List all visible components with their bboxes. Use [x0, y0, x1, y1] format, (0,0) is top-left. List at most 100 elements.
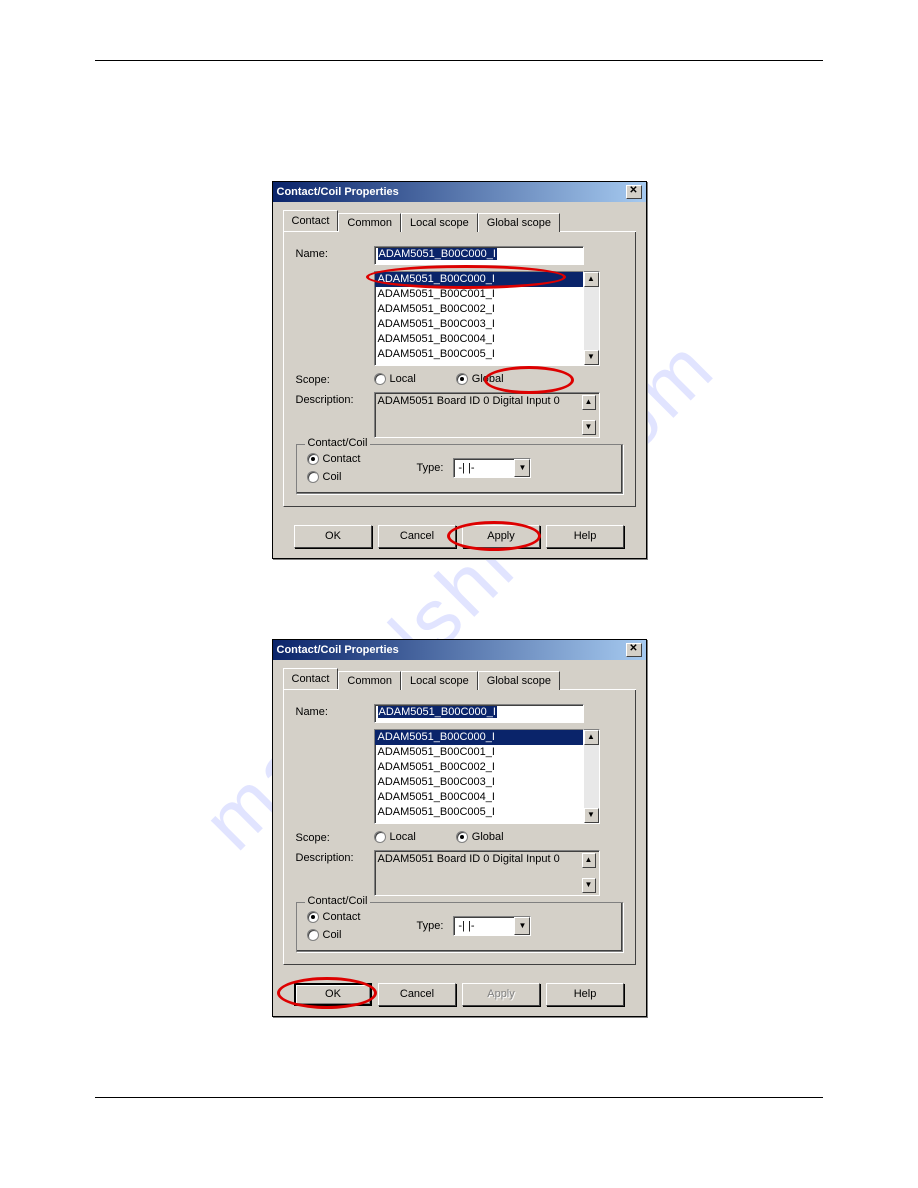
description-value: ADAM5051 Board ID 0 Digital Input 0 [378, 395, 582, 435]
list-item[interactable]: ADAM5051_B00C003_I [375, 775, 583, 790]
contact-coil-group: Contact/Coil Contact Coil [296, 902, 623, 952]
tab-row: Contact Common Local scope Global scope [283, 210, 636, 232]
apply-button[interactable]: Apply [462, 525, 540, 548]
scroll-up-icon[interactable]: ▲ [584, 272, 599, 287]
scroll-down-icon[interactable]: ▼ [584, 350, 599, 365]
tab-local-scope[interactable]: Local scope [401, 671, 478, 690]
help-button[interactable]: Help [546, 525, 624, 548]
titlebar: Contact/Coil Properties ✕ [273, 640, 646, 660]
radio-icon [374, 373, 386, 385]
tab-global-scope[interactable]: Global scope [478, 671, 560, 690]
contact-coil-properties-dialog-1: Contact/Coil Properties ✕ Contact Common… [272, 181, 647, 559]
tab-panel: Name: ADAM5051_B00C000_I ADAM5051_B00C00… [283, 690, 636, 965]
scope-local-label: Local [390, 373, 416, 385]
name-label: Name: [296, 246, 374, 260]
name-input-value: ADAM5051_B00C000_I [378, 706, 497, 718]
contact-radio-label: Contact [323, 911, 361, 923]
coil-radio-label: Coil [323, 929, 342, 941]
list-item[interactable]: ADAM5051_B00C003_I [375, 317, 583, 332]
contact-coil-group: Contact/Coil Contact Coil [296, 444, 623, 494]
coil-radio[interactable]: Coil [307, 471, 417, 483]
ok-button[interactable]: OK [294, 525, 372, 548]
list-item[interactable]: ADAM5051_B00C002_I [375, 302, 583, 317]
list-item[interactable]: ADAM5051_B00C004_I [375, 332, 583, 347]
tab-contact[interactable]: Contact [283, 210, 339, 231]
type-value: -| |- [454, 462, 514, 474]
scroll-down-icon[interactable]: ▼ [582, 420, 596, 435]
scroll-up-icon[interactable]: ▲ [582, 853, 596, 868]
radio-icon [307, 911, 319, 923]
name-listbox[interactable]: ADAM5051_B00C000_I ADAM5051_B00C001_I AD… [374, 729, 584, 824]
chevron-down-icon[interactable]: ▼ [514, 917, 530, 935]
name-input[interactable]: ADAM5051_B00C000_I [374, 704, 584, 723]
list-item[interactable]: ADAM5051_B00C000_I [375, 730, 583, 745]
description-label: Description: [296, 392, 374, 406]
list-item[interactable]: ADAM5051_B00C002_I [375, 760, 583, 775]
page-rule-top [95, 60, 823, 61]
description-value: ADAM5051 Board ID 0 Digital Input 0 [378, 853, 582, 893]
tab-contact[interactable]: Contact [283, 668, 339, 689]
radio-icon [456, 373, 468, 385]
group-legend: Contact/Coil [305, 895, 371, 907]
radio-icon [374, 831, 386, 843]
apply-button: Apply [462, 983, 540, 1006]
list-item[interactable]: ADAM5051_B00C001_I [375, 745, 583, 760]
listbox-scrollbar[interactable]: ▲ ▼ [584, 729, 600, 824]
scroll-down-icon[interactable]: ▼ [582, 878, 596, 893]
tab-local-scope[interactable]: Local scope [401, 213, 478, 232]
scope-global-label: Global [472, 373, 504, 385]
scroll-up-icon[interactable]: ▲ [582, 395, 596, 410]
cancel-button[interactable]: Cancel [378, 983, 456, 1006]
scope-local-radio[interactable]: Local [374, 373, 416, 385]
window-title: Contact/Coil Properties [277, 186, 399, 198]
close-button[interactable]: ✕ [626, 643, 642, 657]
list-item[interactable]: ADAM5051_B00C001_I [375, 287, 583, 302]
tab-common[interactable]: Common [338, 213, 401, 232]
window-title: Contact/Coil Properties [277, 644, 399, 656]
coil-radio[interactable]: Coil [307, 929, 417, 941]
scope-local-radio[interactable]: Local [374, 831, 416, 843]
scope-local-label: Local [390, 831, 416, 843]
name-label: Name: [296, 704, 374, 718]
contact-coil-properties-dialog-2: Contact/Coil Properties ✕ Contact Common… [272, 639, 647, 1017]
group-legend: Contact/Coil [305, 437, 371, 449]
tab-common[interactable]: Common [338, 671, 401, 690]
scope-global-radio[interactable]: Global [456, 831, 504, 843]
contact-radio[interactable]: Contact [307, 453, 417, 465]
name-input-value: ADAM5051_B00C000_I [378, 248, 497, 260]
scroll-down-icon[interactable]: ▼ [584, 808, 599, 823]
radio-icon [307, 929, 319, 941]
contact-radio-label: Contact [323, 453, 361, 465]
list-item[interactable]: ADAM5051_B00C000_I [375, 272, 583, 287]
titlebar: Contact/Coil Properties ✕ [273, 182, 646, 202]
ok-button[interactable]: OK [294, 983, 372, 1006]
type-dropdown[interactable]: -| |- ▼ [453, 458, 531, 478]
cancel-button[interactable]: Cancel [378, 525, 456, 548]
scope-global-radio[interactable]: Global [456, 373, 504, 385]
scroll-up-icon[interactable]: ▲ [584, 730, 599, 745]
close-button[interactable]: ✕ [626, 185, 642, 199]
contact-radio[interactable]: Contact [307, 911, 417, 923]
tab-panel: Name: ADAM5051_B00C000_I ADAM5051_B00C00… [283, 232, 636, 507]
tab-global-scope[interactable]: Global scope [478, 213, 560, 232]
type-dropdown[interactable]: -| |- ▼ [453, 916, 531, 936]
description-box[interactable]: ADAM5051 Board ID 0 Digital Input 0 ▲ ▼ [374, 392, 600, 438]
name-listbox[interactable]: ADAM5051_B00C000_I ADAM5051_B00C001_I AD… [374, 271, 584, 366]
description-box[interactable]: ADAM5051 Board ID 0 Digital Input 0 ▲ ▼ [374, 850, 600, 896]
name-input[interactable]: ADAM5051_B00C000_I [374, 246, 584, 265]
radio-icon [307, 471, 319, 483]
scope-label: Scope: [296, 372, 374, 386]
coil-radio-label: Coil [323, 471, 342, 483]
radio-icon [456, 831, 468, 843]
list-item[interactable]: ADAM5051_B00C005_I [375, 347, 583, 362]
description-label: Description: [296, 850, 374, 864]
help-button[interactable]: Help [546, 983, 624, 1006]
chevron-down-icon[interactable]: ▼ [514, 459, 530, 477]
type-label: Type: [417, 462, 444, 474]
radio-icon [307, 453, 319, 465]
type-label: Type: [417, 920, 444, 932]
list-item[interactable]: ADAM5051_B00C005_I [375, 805, 583, 820]
type-value: -| |- [454, 920, 514, 932]
list-item[interactable]: ADAM5051_B00C004_I [375, 790, 583, 805]
listbox-scrollbar[interactable]: ▲ ▼ [584, 271, 600, 366]
